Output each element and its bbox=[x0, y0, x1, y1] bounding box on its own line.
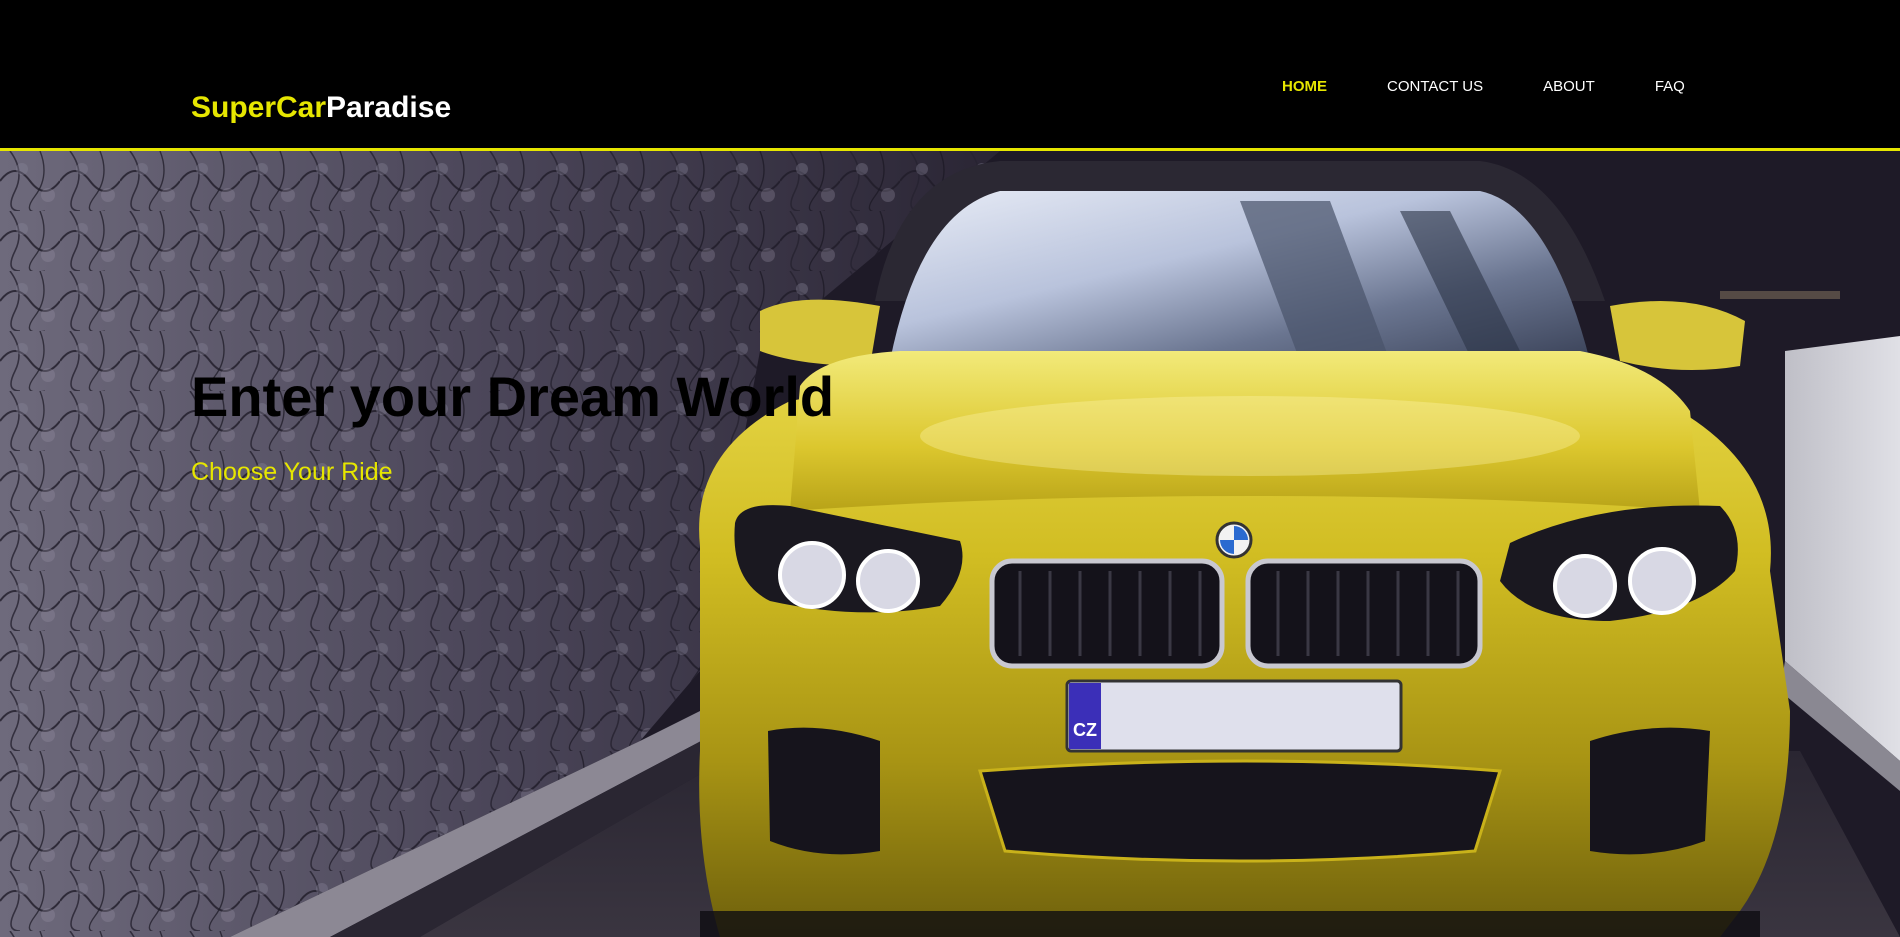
nav-link-faq[interactable]: FAQ bbox=[1655, 78, 1685, 96]
nav-link-about[interactable]: ABOUT bbox=[1543, 78, 1595, 96]
site-header: SuperCarParadise HOME CONTACT US ABOUT F… bbox=[0, 0, 1900, 151]
nav-link-contact-us[interactable]: CONTACT US bbox=[1387, 78, 1483, 96]
nav-link-home[interactable]: HOME bbox=[1282, 78, 1327, 96]
hero-background-image bbox=[0, 151, 1900, 937]
hero-section: Enter your Dream World Choose Your Ride … bbox=[0, 151, 1900, 937]
license-plate-country: CZ bbox=[1073, 720, 1097, 740]
logo-part-paradise: Paradise bbox=[326, 91, 452, 124]
hero-subtitle[interactable]: Choose Your Ride bbox=[191, 457, 834, 487]
hero-title: Enter your Dream World bbox=[191, 365, 835, 428]
hero-text: Enter your Dream World Choose Your Ride bbox=[191, 365, 834, 487]
site-logo[interactable]: SuperCarParadise bbox=[191, 91, 451, 125]
logo-part-supercar: SuperCar bbox=[191, 91, 327, 124]
page: SuperCarParadise HOME CONTACT US ABOUT F… bbox=[0, 0, 1900, 937]
main-nav: HOME CONTACT US ABOUT FAQ bbox=[1282, 78, 1685, 96]
